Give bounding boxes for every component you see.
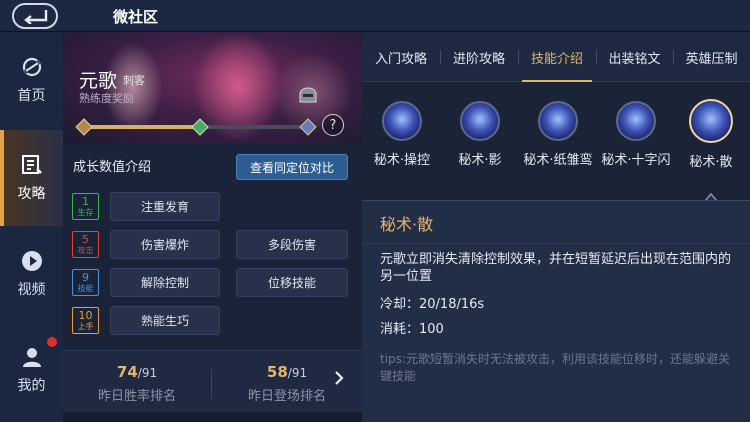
helmet-reward-icon[interactable] (297, 82, 319, 106)
rank-number: 74 (116, 363, 138, 381)
back-arrow-icon (24, 10, 48, 24)
tier-label: 攻击 (77, 246, 94, 255)
tier-number: 9 (82, 271, 89, 284)
growth-stats-panel: 成长数值介绍 查看同定位对比 1 生存 5 攻击 9 技能 10 上手 注重发育… (63, 144, 362, 350)
back-button[interactable] (12, 3, 58, 29)
tab-advanced-guide[interactable]: 进阶攻略 (440, 32, 518, 82)
tier-number: 5 (82, 233, 89, 246)
chevron-right-icon[interactable] (333, 369, 345, 387)
shadow-claw-icon (460, 101, 500, 141)
rank-badge-icon[interactable] (299, 118, 317, 136)
dispel-icon (689, 99, 733, 143)
divider (362, 243, 750, 244)
skill-item[interactable]: 秘术·影 (440, 101, 520, 168)
hero-banner[interactable]: 元歌 刺客 熟练度奖励 ? (63, 32, 362, 144)
skill-list: 秘术·操控 秘术·影 秘术·纸雏鸾 秘术·十字闪 秘术·散 (362, 83, 750, 193)
tier-number: 10 (78, 309, 93, 322)
skill-name: 秘术·十字闪 (601, 153, 671, 168)
guide-icon (21, 155, 42, 174)
paper-bird-icon (538, 101, 578, 141)
notification-dot (47, 337, 57, 347)
tab-bar: 入门攻略 进阶攻略 技能介绍 出装铭文 英雄压制 (362, 32, 750, 82)
trait-tag[interactable]: 伤害爆炸 (110, 230, 220, 259)
trait-tag[interactable]: 解除控制 (110, 268, 220, 297)
tab-build-runes[interactable]: 出装铭文 (596, 32, 673, 82)
skill-cooldown: 冷却：20/18/16s (380, 297, 485, 312)
tab-skill-intro[interactable]: 技能介绍 (518, 32, 596, 82)
appearance-rank-label: 昨日登场排名 (247, 389, 326, 404)
skill-name: 秘术·影 (458, 153, 502, 168)
rank-total: /91 (287, 366, 308, 380)
compare-same-role-button[interactable]: 查看同定位对比 (236, 154, 348, 180)
nav-item-label: 我的 (17, 378, 46, 394)
top-bar: 微社区 (0, 0, 750, 32)
skill-item[interactable]: 秘术·操控 (362, 101, 442, 168)
win-rate-rank-label: 昨日胜率排名 (97, 389, 176, 404)
user-icon (22, 348, 41, 367)
puppet-control-icon (382, 101, 422, 141)
skill-cost: 消耗：100 (380, 322, 444, 337)
tab-hero-counter[interactable]: 英雄压制 (673, 32, 750, 82)
rank-total: /91 (137, 366, 158, 380)
win-rate-rank-value: 74/91 (67, 363, 207, 381)
tab-beginner-guide[interactable]: 入门攻略 (362, 32, 440, 82)
nav-item-guide[interactable]: 攻略 (0, 130, 63, 226)
hero-name: 元歌 (79, 70, 118, 92)
nav-item-video[interactable]: 视频 (0, 226, 63, 322)
trait-tag[interactable]: 位移技能 (236, 268, 348, 297)
rank-badge-icon[interactable] (75, 118, 93, 136)
proficiency-reward-label: 熟练度奖励 (79, 92, 134, 105)
rank-summary[interactable]: 74/91 昨日胜率排名 58/91 昨日登场排名 (63, 350, 362, 412)
skill-detail-panel: 秘术·散 元歌立即消失清除控制效果，并在短暂延迟后出现在范围内的另一位置 冷却：… (362, 200, 750, 422)
tier-label: 上手 (77, 322, 94, 331)
tier-skill: 9 技能 (72, 269, 99, 296)
trait-tag[interactable]: 多段伤害 (236, 230, 348, 259)
hero-role: 刺客 (123, 74, 145, 87)
help-button[interactable]: ? (322, 114, 344, 136)
nav-item-label: 攻略 (17, 186, 46, 202)
right-panel: 入门攻略 进阶攻略 技能介绍 出装铭文 英雄压制 秘术·操控 秘术·影 秘术·纸… (362, 32, 750, 422)
tier-survival: 1 生存 (72, 193, 99, 220)
skill-name: 秘术·散 (689, 155, 733, 170)
tier-attack: 5 攻击 (72, 231, 99, 258)
skill-tips: tips:元歌短暂消失时无法被攻击，利用该技能位移时，还能躲避关键技能 (380, 352, 730, 383)
trait-tag[interactable]: 熟能生巧 (110, 306, 220, 335)
home-swirl-icon (22, 57, 41, 77)
skill-name: 秘术·操控 (373, 153, 431, 168)
skill-description: 元歌立即消失清除控制效果，并在短暂延迟后出现在范围内的另一位置 (380, 252, 732, 284)
skill-detail-name: 秘术·散 (380, 215, 434, 234)
nav-item-label: 视频 (17, 282, 46, 298)
skill-name: 秘术·纸雏鸾 (523, 153, 593, 168)
skill-item[interactable]: 秘术·纸雏鸾 (518, 101, 598, 168)
divider (211, 369, 212, 399)
tier-number: 1 (82, 195, 89, 208)
nav-item-home[interactable]: 首页 (0, 32, 63, 128)
cross-slash-icon (616, 101, 656, 141)
video-play-icon (21, 251, 42, 271)
trait-tag[interactable]: 注重发育 (110, 192, 220, 221)
proficiency-progress-fill (85, 125, 195, 129)
tier-label: 生存 (77, 208, 94, 217)
rank-badge-icon[interactable] (191, 118, 209, 136)
page-title: 微社区 (113, 8, 159, 26)
growth-title: 成长数值介绍 (73, 160, 152, 175)
win-rate-rank: 74/91 昨日胜率排名 (67, 363, 207, 404)
rank-number: 58 (266, 363, 288, 381)
skill-item-selected[interactable]: 秘术·散 (671, 99, 750, 170)
nav-item-label: 首页 (17, 88, 46, 104)
skill-item[interactable]: 秘术·十字闪 (596, 101, 676, 168)
tier-difficulty: 10 上手 (72, 307, 99, 334)
tier-label: 技能 (77, 284, 94, 293)
left-nav: 首页 攻略 视频 我的 (0, 32, 63, 422)
